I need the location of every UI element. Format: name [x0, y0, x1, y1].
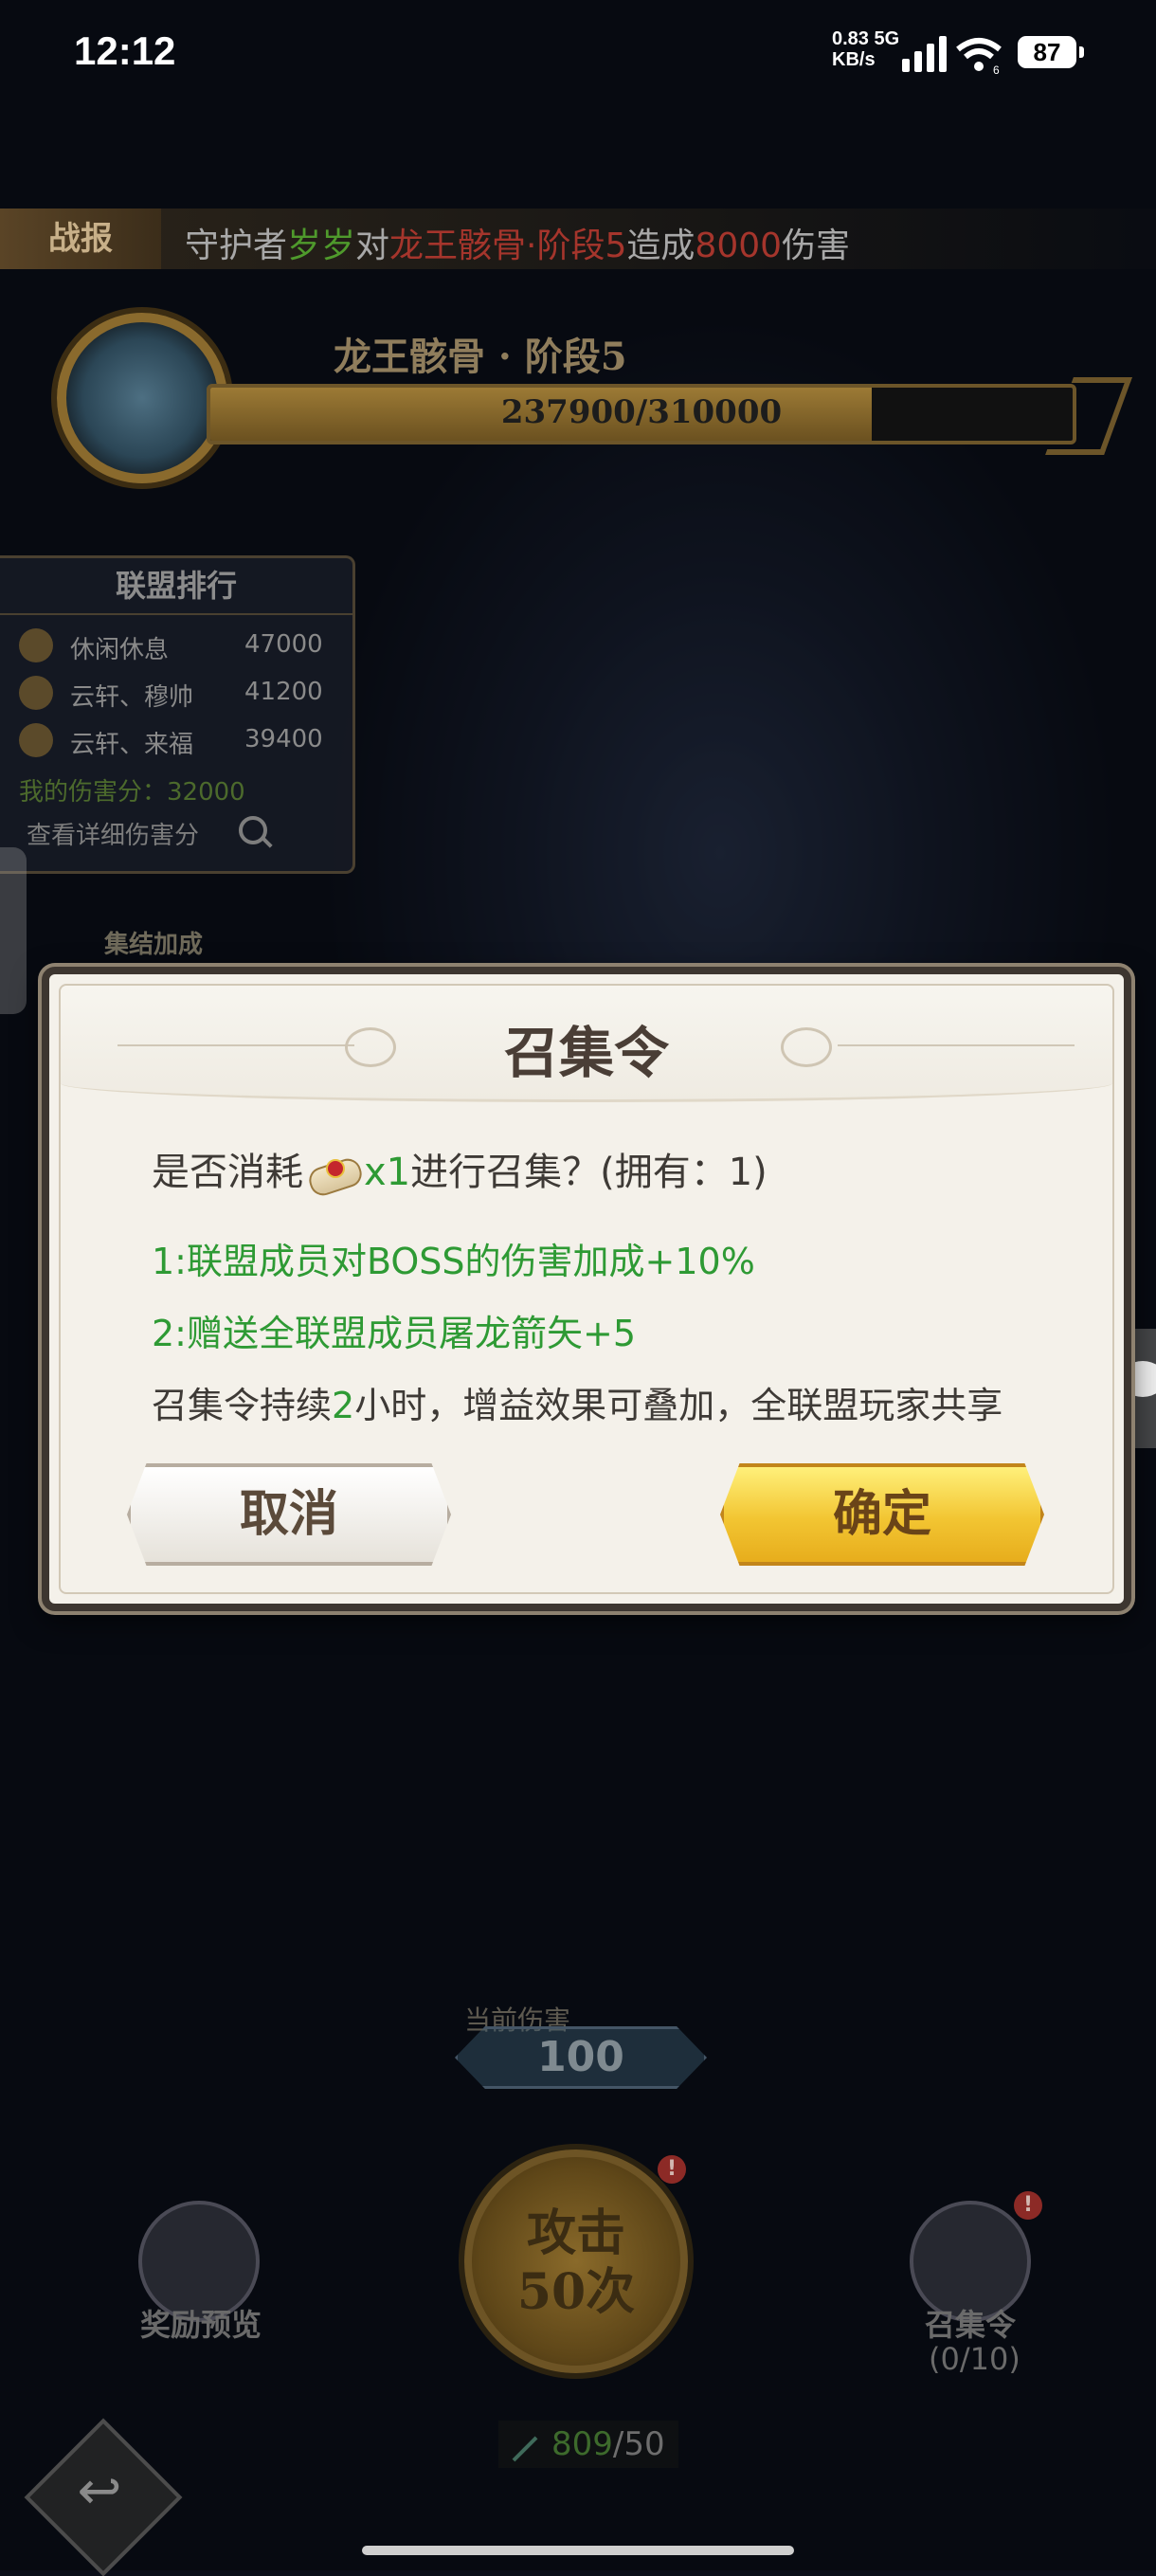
- duration-prefix: 召集令持续: [152, 1385, 333, 1426]
- rank-name: 云轩、来福: [70, 731, 194, 759]
- battle-report-tag: 战报: [0, 209, 161, 269]
- report-player: 岁岁: [287, 227, 356, 265]
- rank-name: 云轩、穆帅: [70, 683, 194, 712]
- network-speed: 0.83 5G KB/s: [832, 28, 899, 70]
- net-speed-value: 0.83: [832, 28, 869, 49]
- boss-name: 龙王骸骨 · 阶段5: [334, 335, 627, 379]
- search-icon[interactable]: [239, 816, 267, 844]
- clock: 12:12: [74, 28, 176, 73]
- rank-score: 41200: [244, 678, 323, 706]
- question-qty: x1: [364, 1151, 411, 1194]
- status-bar: 12:12 0.83 5G KB/s 6 87: [0, 0, 1156, 106]
- battery-icon: 87: [1018, 36, 1084, 68]
- report-prefix: 守护者: [185, 227, 288, 265]
- alliance-ranking-title: 联盟排行: [0, 558, 352, 615]
- network-type: 5G: [874, 28, 900, 49]
- view-damage-details-link[interactable]: 查看详细伤害分: [27, 816, 199, 851]
- dialog-header: 召集令: [61, 986, 1112, 1102]
- question-suffix: 进行召集？(拥有：1): [410, 1151, 768, 1194]
- rank-score: 39400: [244, 725, 323, 753]
- rally-bonus-label: 集结加成: [104, 931, 204, 959]
- dragon-arrow-counter: 809/50: [498, 2421, 678, 2468]
- consume-question: 是否消耗 x1进行召集？(拥有：1): [152, 1141, 768, 1199]
- report-target: 龙王骸骨·阶段5: [389, 227, 627, 265]
- header-flourish-right-icon: [781, 1027, 832, 1067]
- wifi-band: 6: [993, 63, 1000, 74]
- rally-order-scroll-icon: [305, 1150, 366, 1199]
- rank-row: 云轩、来福 39400: [19, 719, 332, 761]
- report-suffix: 伤害: [782, 227, 851, 265]
- current-damage-value: 100: [455, 2026, 707, 2089]
- arrow-current: 809: [551, 2425, 613, 2463]
- rally-order-count: (0/10): [929, 2341, 1021, 2377]
- confirm-button[interactable]: 确定: [720, 1463, 1044, 1566]
- rally-order-dialog: 召集令 是否消耗 x1进行召集？(拥有：1) 1:联盟成员对BOSS的伤害加成+1…: [42, 967, 1131, 1611]
- wifi-icon: 6: [956, 38, 1002, 74]
- cell-signal-icon: [902, 34, 947, 72]
- home-indicator[interactable]: [362, 2546, 794, 2555]
- rank-row: 云轩、穆帅 41200: [19, 672, 332, 714]
- boss-portrait: [57, 313, 227, 483]
- duration-hours: 2: [332, 1385, 355, 1426]
- boss-hp-bar: 237900/310000: [207, 384, 1076, 444]
- rally-order-label[interactable]: 召集令: [925, 2301, 1016, 2345]
- battle-report-text: 守护者岁岁对龙王骸骨·阶段5造成8000伤害: [185, 218, 850, 267]
- back-arrow-icon: ↩: [77, 2460, 122, 2522]
- rank-1-badge-icon: [19, 628, 53, 662]
- duration-note: 召集令持续2小时，增益效果可叠加，全联盟玩家共享: [152, 1376, 1002, 1428]
- report-mid: 对: [355, 227, 390, 265]
- benefit-line-1: 1:联盟成员对BOSS的伤害加成+10%: [152, 1241, 755, 1282]
- side-drawer-handle[interactable]: [0, 847, 27, 1014]
- battle-report-bar: 战报 守护者岁岁对龙王骸骨·阶段5造成8000伤害: [0, 209, 1156, 269]
- dialog-title: 召集令: [503, 1021, 669, 1085]
- attack-50-button[interactable]: 攻击 50次: [464, 2150, 688, 2373]
- my-damage-score: 我的伤害分：32000: [19, 778, 245, 807]
- attack-count: 50次: [516, 2263, 636, 2321]
- duration-suffix: 小时，增益效果可叠加，全联盟玩家共享: [354, 1385, 1003, 1426]
- boss-hp-text: 237900/310000: [500, 393, 783, 431]
- rank-3-badge-icon: [19, 723, 53, 757]
- attack-alert-badge: !: [658, 2155, 686, 2184]
- attack-label: 攻击: [526, 2204, 625, 2262]
- cancel-button[interactable]: 取消: [127, 1463, 451, 1566]
- rank-name: 休闲休息: [70, 636, 170, 664]
- benefit-line-2: 2:赠送全联盟成员屠龙箭矢+5: [152, 1313, 636, 1354]
- rally-alert-badge: !: [1014, 2191, 1042, 2220]
- alliance-ranking-panel[interactable]: 联盟排行 休闲休息 47000 云轩、穆帅 41200 云轩、来福 39400 …: [0, 555, 355, 874]
- arrow-icon: [512, 2436, 538, 2462]
- arrow-max: /50: [612, 2425, 665, 2463]
- rank-row: 休闲休息 47000: [19, 625, 332, 666]
- report-verb: 造成: [626, 227, 695, 265]
- question-prefix: 是否消耗: [152, 1151, 303, 1194]
- net-speed-unit: KB/s: [832, 49, 876, 70]
- rank-2-badge-icon: [19, 676, 53, 710]
- header-ornament-right: [838, 1044, 1075, 1046]
- rank-score: 47000: [244, 630, 323, 659]
- report-damage: 8000: [695, 227, 783, 265]
- reward-preview-label[interactable]: 奖励预览: [140, 2301, 262, 2345]
